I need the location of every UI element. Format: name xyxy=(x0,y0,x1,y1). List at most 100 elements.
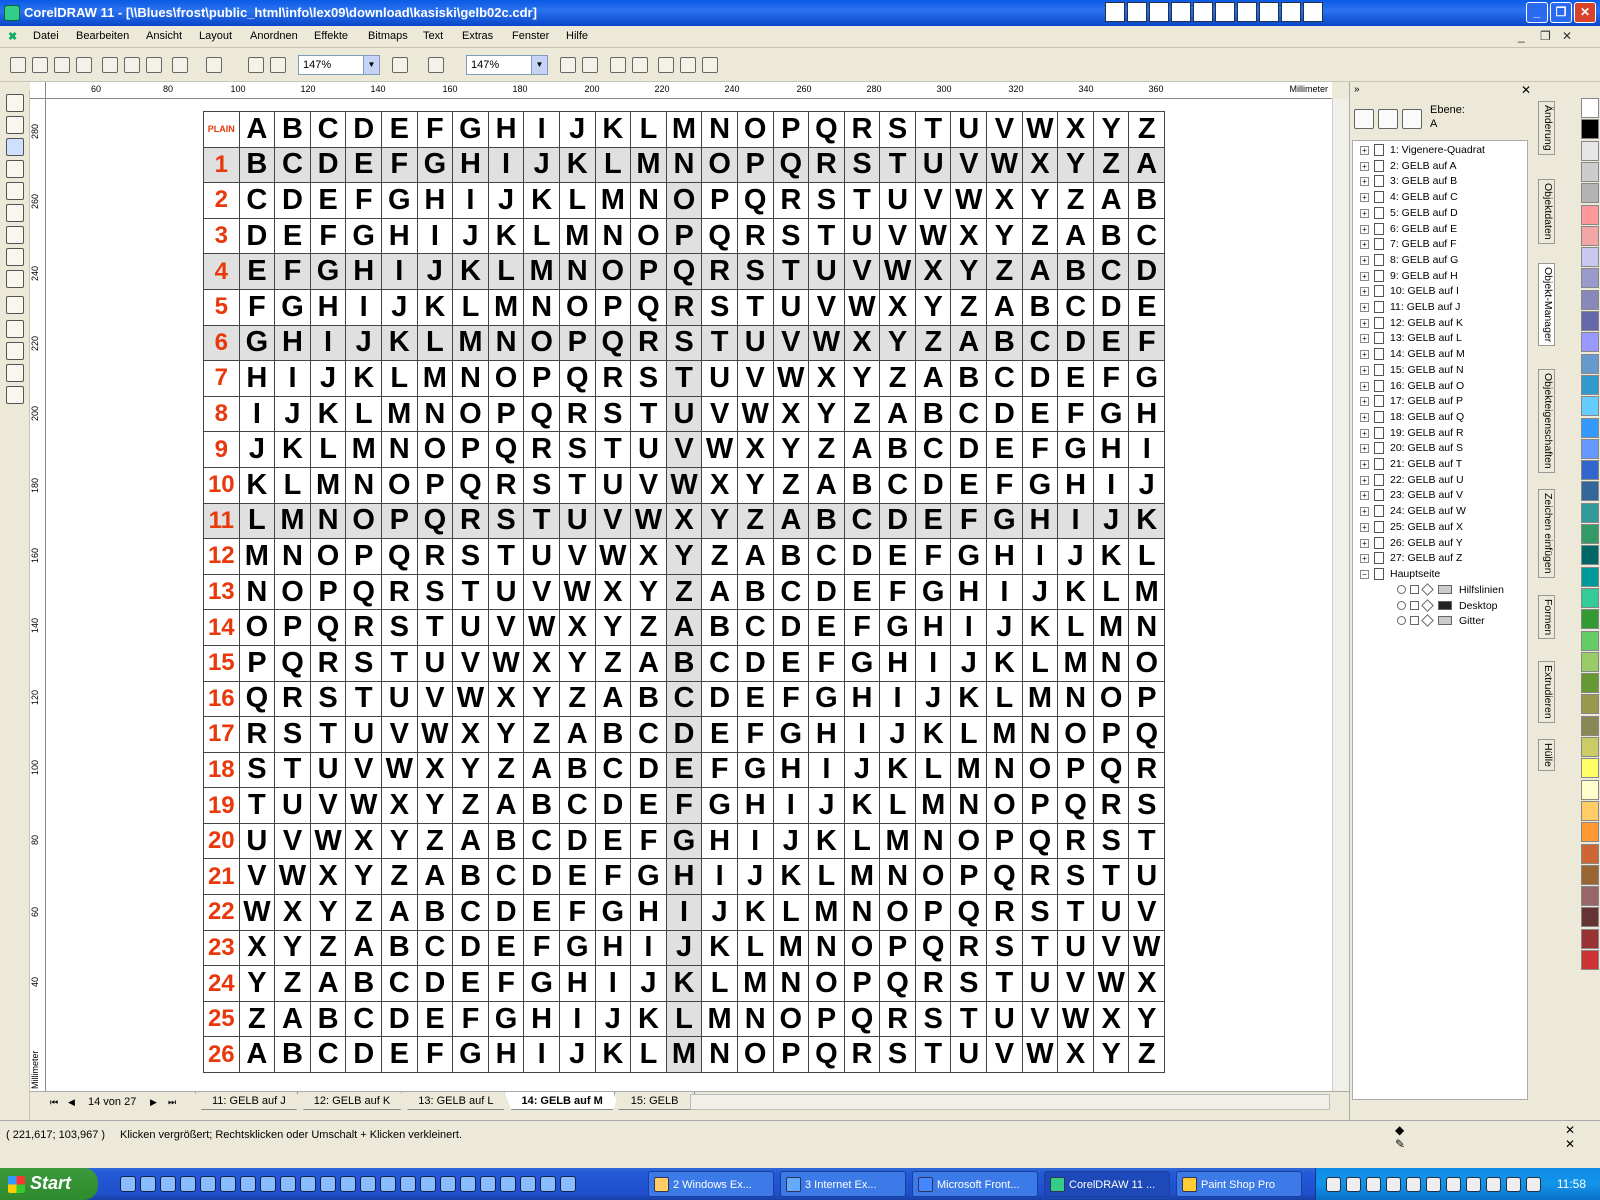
undo-icon[interactable] xyxy=(172,57,188,73)
tray-icon[interactable] xyxy=(1326,1177,1341,1192)
page-tab[interactable]: 15: GELB xyxy=(613,1092,696,1110)
color-swatch[interactable] xyxy=(1581,673,1599,694)
color-swatch[interactable] xyxy=(1581,524,1599,544)
open-icon[interactable] xyxy=(32,57,48,73)
color-swatch[interactable] xyxy=(1581,907,1599,928)
expand-icon[interactable]: + xyxy=(1360,507,1369,517)
eye-icon[interactable] xyxy=(1397,584,1406,594)
printer-icon[interactable] xyxy=(1410,584,1419,594)
app-shortcut-icon[interactable] xyxy=(1237,2,1257,22)
cut-icon[interactable] xyxy=(102,57,118,73)
taskbar-button-frontpage[interactable]: Microsoft Front... xyxy=(912,1171,1038,1197)
color-swatch[interactable] xyxy=(1581,694,1599,715)
menu-hilfe[interactable]: Hilfe xyxy=(566,30,588,42)
color-swatch[interactable] xyxy=(1581,396,1599,417)
color-swatch[interactable] xyxy=(1581,502,1599,523)
taskbar-button-paintshop[interactable]: Paint Shop Pro xyxy=(1176,1171,1302,1197)
menu-effekte[interactable]: Effekte xyxy=(314,30,348,42)
interactive-blend-tool-icon[interactable] xyxy=(6,296,24,314)
edit-across-layers-icon[interactable] xyxy=(1378,109,1398,129)
vertical-ruler[interactable]: 280 260 240 220 200 180 160 140 120 100 … xyxy=(30,99,46,1091)
fill-indicator-icon[interactable]: ◆ xyxy=(1395,1123,1404,1137)
docker-tab[interactable]: Objekteigenschaften xyxy=(1538,369,1555,473)
tray-icon[interactable] xyxy=(1346,1177,1361,1192)
clock[interactable]: 11:58 xyxy=(1557,1177,1586,1191)
first-page-button[interactable]: ⏮ xyxy=(50,1097,58,1108)
quick-launch-icon[interactable] xyxy=(180,1176,196,1192)
color-swatch[interactable] xyxy=(1581,758,1599,779)
zoom-tool-icon[interactable] xyxy=(6,138,24,156)
menu-text[interactable]: Text xyxy=(423,30,443,42)
app-shortcut-icon[interactable] xyxy=(1303,2,1323,22)
docker-close-icon[interactable]: ✕ xyxy=(1521,83,1531,97)
docker-tab[interactable]: Änderung xyxy=(1538,101,1555,155)
color-swatch[interactable] xyxy=(1581,822,1599,843)
expand-icon[interactable]: + xyxy=(1360,397,1369,407)
fill-tool-icon[interactable] xyxy=(6,364,24,382)
maximize-button[interactable]: ❐ xyxy=(1550,2,1572,23)
page-tab[interactable]: 13: GELB auf L xyxy=(401,1092,511,1110)
quick-launch-icon[interactable] xyxy=(300,1176,316,1192)
color-swatch[interactable] xyxy=(1581,183,1599,204)
pencil-icon[interactable] xyxy=(1421,583,1434,596)
color-swatch[interactable] xyxy=(1581,864,1599,885)
coreldraw-app-icon[interactable] xyxy=(4,5,20,21)
color-swatch[interactable] xyxy=(1581,353,1599,374)
color-swatch[interactable] xyxy=(1581,374,1599,395)
zoom-levels-select[interactable]: 147% ▼ xyxy=(466,55,548,75)
color-swatch[interactable] xyxy=(1581,417,1599,438)
prev-page-button[interactable]: ◀ xyxy=(68,1097,75,1108)
menu-fenster[interactable]: Fenster xyxy=(512,30,549,42)
interactive-fill-tool-icon[interactable] xyxy=(6,386,24,404)
no-fill-icon[interactable]: ✕ xyxy=(1565,1123,1575,1137)
document-icon[interactable]: ✖ xyxy=(8,30,17,43)
docker-tab[interactable]: Objektdaten xyxy=(1538,179,1555,244)
shape-tool-icon[interactable] xyxy=(6,116,24,134)
chevron-down-icon[interactable]: ▼ xyxy=(531,56,547,74)
quick-launch-icon[interactable] xyxy=(320,1176,336,1192)
quick-launch-icon[interactable] xyxy=(500,1176,516,1192)
printer-icon[interactable] xyxy=(1410,600,1419,610)
app-shortcut-icon[interactable] xyxy=(1171,2,1191,22)
pencil-icon[interactable] xyxy=(1421,598,1434,612)
color-swatch[interactable] xyxy=(1581,247,1599,268)
taskbar-button-coreldraw[interactable]: CorelDRAW 11 ... xyxy=(1044,1171,1170,1197)
zoom-out-icon[interactable] xyxy=(582,57,598,73)
quick-launch-icon[interactable] xyxy=(400,1176,416,1192)
color-swatch[interactable] xyxy=(1581,268,1599,289)
expand-icon[interactable]: + xyxy=(1360,318,1369,328)
expand-icon[interactable]: + xyxy=(1360,287,1369,297)
quick-launch-icon[interactable] xyxy=(420,1176,436,1192)
quick-launch-icon[interactable] xyxy=(140,1176,156,1192)
eye-icon[interactable] xyxy=(1397,616,1406,626)
export-icon[interactable] xyxy=(270,57,286,73)
next-page-button[interactable]: ▶ xyxy=(150,1097,157,1108)
taskbar-button-explorer[interactable]: 2 Windows Ex... xyxy=(648,1171,774,1197)
expand-icon[interactable]: + xyxy=(1360,412,1369,422)
quick-launch-icon[interactable] xyxy=(440,1176,456,1192)
app-shortcut-icon[interactable] xyxy=(1259,2,1279,22)
color-swatch[interactable] xyxy=(1581,460,1599,481)
outline-tool-icon[interactable] xyxy=(6,342,24,360)
tray-icon[interactable] xyxy=(1406,1177,1421,1192)
color-swatch[interactable] xyxy=(1581,886,1599,907)
page-tab[interactable]: 12: GELB auf K xyxy=(296,1092,408,1110)
color-swatch[interactable] xyxy=(1581,587,1599,608)
tray-icon[interactable] xyxy=(1486,1177,1501,1192)
expand-icon[interactable]: + xyxy=(1360,538,1369,548)
tray-icon[interactable] xyxy=(1426,1177,1441,1192)
quick-launch-icon[interactable] xyxy=(120,1176,136,1192)
doc-restore-button[interactable]: ❐ xyxy=(1540,29,1551,43)
docker-tab[interactable]: Hülle xyxy=(1538,739,1555,771)
page-tab[interactable]: 11: GELB auf J xyxy=(195,1092,303,1110)
quick-launch-icon[interactable] xyxy=(520,1176,536,1192)
color-swatch[interactable] xyxy=(1581,715,1599,736)
ellipse-tool-icon[interactable] xyxy=(6,204,24,222)
app-shortcut-icon[interactable] xyxy=(1105,2,1125,22)
outline-indicator-icon[interactable]: ✎ xyxy=(1395,1137,1405,1151)
color-swatch[interactable] xyxy=(1581,161,1599,182)
color-swatch[interactable] xyxy=(1581,481,1599,502)
color-swatch[interactable] xyxy=(1581,289,1599,310)
color-swatch[interactable] xyxy=(1581,311,1599,331)
quick-launch-icon[interactable] xyxy=(220,1176,236,1192)
